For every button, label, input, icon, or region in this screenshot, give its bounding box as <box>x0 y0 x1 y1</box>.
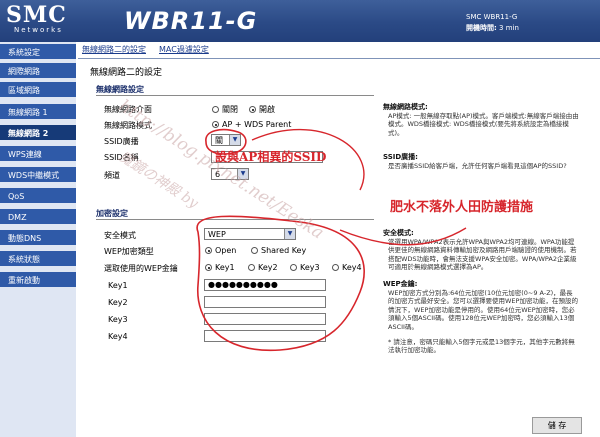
security-note: 肥水不落外人田防護措施 <box>390 200 534 215</box>
security-arrow-curve <box>339 227 467 246</box>
ssid-note: 設與AP相異的SSID <box>215 150 327 164</box>
security-circle-mark <box>196 215 365 352</box>
